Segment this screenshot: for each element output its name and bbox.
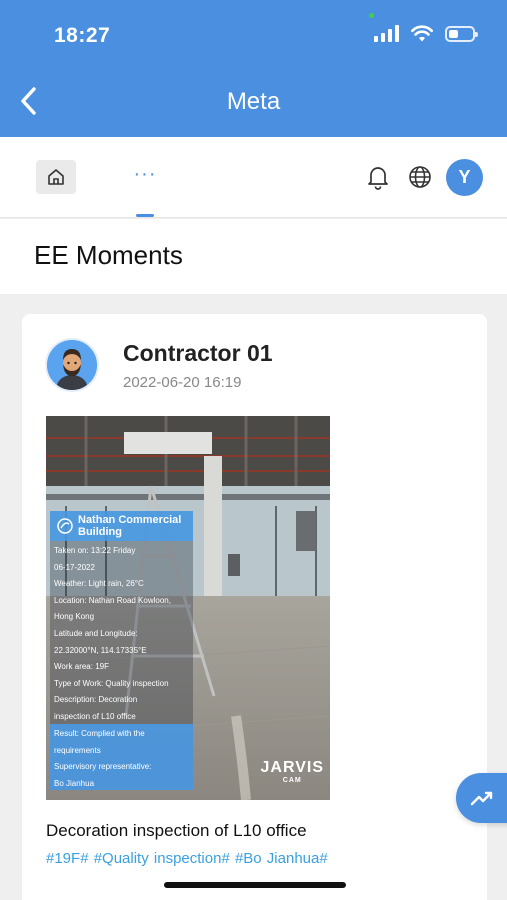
location-logo-icon: [57, 518, 73, 534]
watermark-title: JARVIS: [260, 759, 324, 776]
bell-icon: [368, 167, 388, 190]
post-caption: Decoration inspection of L10 office: [46, 821, 307, 840]
post-datetime: 2022-06-20 16:19: [123, 374, 242, 391]
language-button[interactable]: [407, 164, 433, 190]
overlay-line: Weather: Light rain, 26°C: [54, 579, 144, 589]
wifi-icon: [411, 25, 433, 42]
overlay-result-line: requirements: [54, 745, 101, 755]
app-header: 18:27 Meta: [0, 0, 507, 137]
post-tags[interactable]: #19F# #Quality inspection# #Bo Jianhua#: [46, 850, 328, 867]
overlay-result: Result: Complied with the requirements S…: [50, 724, 193, 790]
user-avatar-button[interactable]: Y: [446, 159, 483, 196]
home-icon: [48, 169, 64, 185]
active-tab-indicator: [136, 214, 154, 217]
jarvis-cam-watermark: JARVIS CAM: [260, 759, 324, 784]
section-header: EE Moments: [0, 219, 507, 294]
top-navigation: ··· Y: [0, 137, 507, 218]
home-button[interactable]: [36, 160, 76, 194]
post-card[interactable]: Contractor 01 2022-06-20 16:19 Nathan Co…: [22, 314, 487, 900]
overlay-line: Work area: 19F: [54, 662, 109, 672]
overlay-line: 06-17-2022: [54, 562, 95, 572]
screen: 18:27 Meta ··· Y EE Moments Contractor 0…: [0, 0, 507, 900]
post-photo[interactable]: Nathan Commercial Building Taken on: 13:…: [46, 416, 330, 800]
privacy-indicator-dot: [369, 13, 374, 18]
overlay-line: Description: Decoration: [54, 695, 138, 705]
overlay-line: Latitude and Longitude:: [54, 628, 138, 638]
overlay-result-line: Supervisory representative:: [54, 762, 152, 772]
section-title: EE Moments: [34, 240, 183, 270]
globe-icon: [409, 166, 431, 188]
overlay-result-line: Bo Jianhua: [54, 778, 95, 788]
battery-icon: [445, 25, 478, 42]
trend-fab-button[interactable]: [456, 773, 507, 823]
photo-info-overlay: Nathan Commercial Building Taken on: 13:…: [46, 511, 193, 790]
author-avatar[interactable]: [45, 338, 99, 392]
overlay-line: 22.32000°N, 114.17335°E: [54, 645, 147, 655]
overlay-project-label: Nathan Commercial Building: [78, 514, 182, 538]
battery-fill: [449, 29, 458, 38]
author-name: Contractor 01: [123, 340, 273, 366]
signal-icon: [374, 25, 399, 42]
watermark-subtitle: CAM: [282, 777, 302, 784]
overlay-project-name: Nathan Commercial Building: [50, 511, 193, 541]
bearded-man-avatar-icon: [47, 340, 97, 390]
overlay-line: Type of Work: Quality inspection: [54, 678, 169, 688]
overlay-details: Taken on: 13:22 Friday 06-17-2022 Weathe…: [50, 541, 193, 724]
overlay-line: Location: Nathan Road Kowloon,: [54, 595, 171, 605]
trend-chart-icon: [470, 791, 493, 806]
status-time: 18:27: [54, 24, 111, 47]
tab-more[interactable]: ···: [128, 163, 162, 217]
home-indicator[interactable]: [164, 882, 346, 888]
tab-more-label: ···: [133, 163, 157, 185]
page-title: Meta: [226, 88, 281, 115]
overlay-line: Taken on: 13:22 Friday: [54, 546, 136, 555]
status-icons: [374, 25, 478, 42]
overlay-line: Hong Kong: [54, 612, 95, 622]
overlay-result-line: Result: Complied with the: [54, 729, 145, 738]
notifications-button[interactable]: [366, 164, 390, 190]
